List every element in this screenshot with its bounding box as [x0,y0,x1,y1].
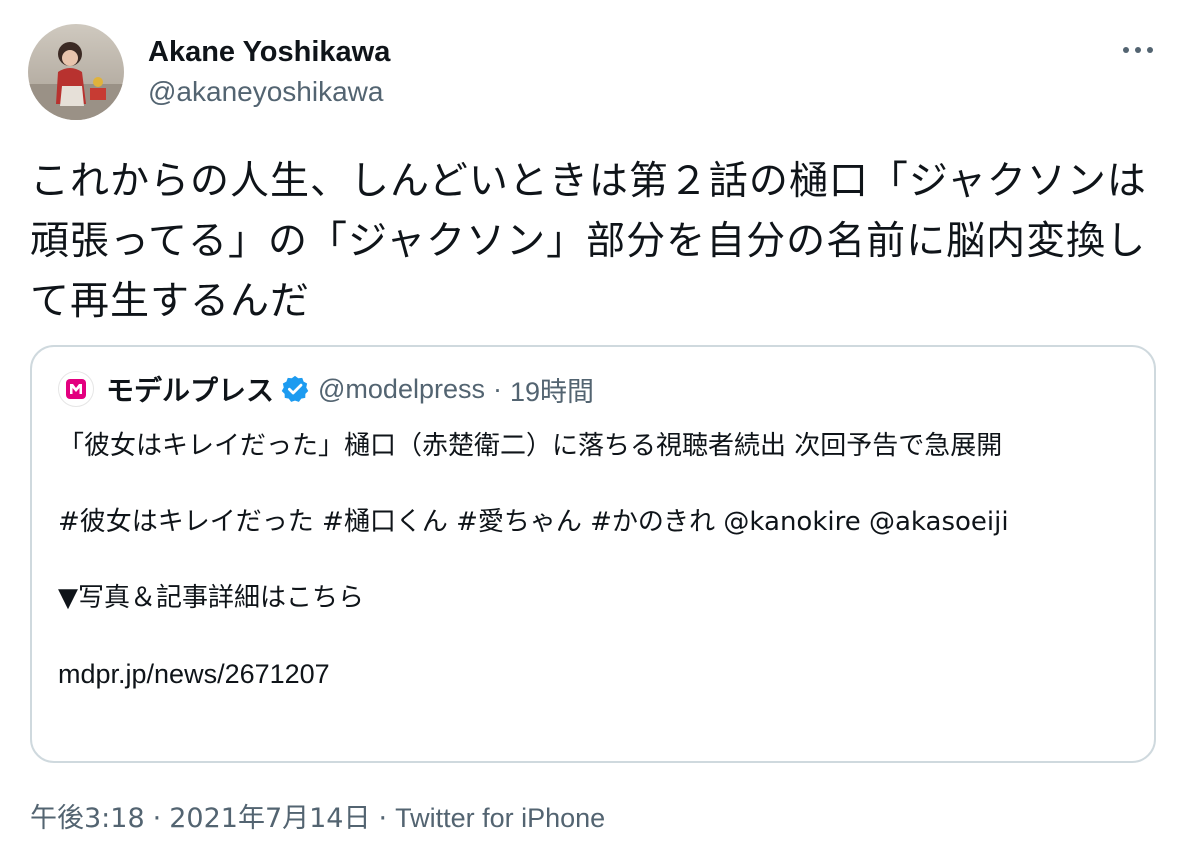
tweet-source[interactable]: Twitter for iPhone [395,803,605,833]
meta-separator: · [152,803,162,834]
quoted-tweet-body: 「彼女はキレイだった」樋口（赤楚衛二）に落ちる視聴者続出 次回予告で急展開 #彼… [58,427,1130,693]
more-options-button[interactable] [1116,32,1160,68]
tweet-metadata: 午後3:18 · 2021年7月14日 · Twitter for iPhone [30,798,605,839]
tweet-text: これからの人生、しんどいときは第２話の樋口「ジャクソンは頑張ってる」の「ジャクソ… [30,159,1147,324]
quoted-handle[interactable]: @modelpress [318,374,485,405]
quoted-link[interactable]: mdpr.jp/news/2671207 [58,655,1130,693]
author-handle[interactable]: @akaneyoshikawa [148,74,383,110]
more-horizontal-icon [1123,47,1153,53]
quoted-headline: 「彼女はキレイだった」樋口（赤楚衛二）に落ちる視聴者続出 次回予告で急展開 [58,431,1003,461]
avatar-photo [28,24,124,120]
quoted-timestamp[interactable]: 19時間 [510,370,594,409]
modelpress-logo-icon[interactable] [58,371,94,407]
quoted-separator: · [493,373,502,404]
quoted-tweet-card[interactable]: モデルプレス @modelpress · 19時間 「彼女はキレイだった」樋口（… [30,345,1156,763]
quoted-photo-line: ▼写真＆記事詳細はこちら [58,583,364,613]
verified-badge-icon [280,374,310,404]
quoted-tweet-header: モデルプレス @modelpress · 19時間 [58,369,594,409]
quoted-account-name[interactable]: モデルプレス [106,369,274,409]
meta-separator: · [378,803,388,834]
tweet-time[interactable]: 午後3:18 [30,803,145,834]
tweet-date[interactable]: 2021年7月14日 [169,803,370,834]
quoted-hashtags: #彼女はキレイだった #樋口くん #愛ちゃん #かのきれ @kanokire @… [58,507,1009,537]
author-display-name[interactable]: Akane Yoshikawa [148,34,390,70]
avatar[interactable] [28,24,124,120]
